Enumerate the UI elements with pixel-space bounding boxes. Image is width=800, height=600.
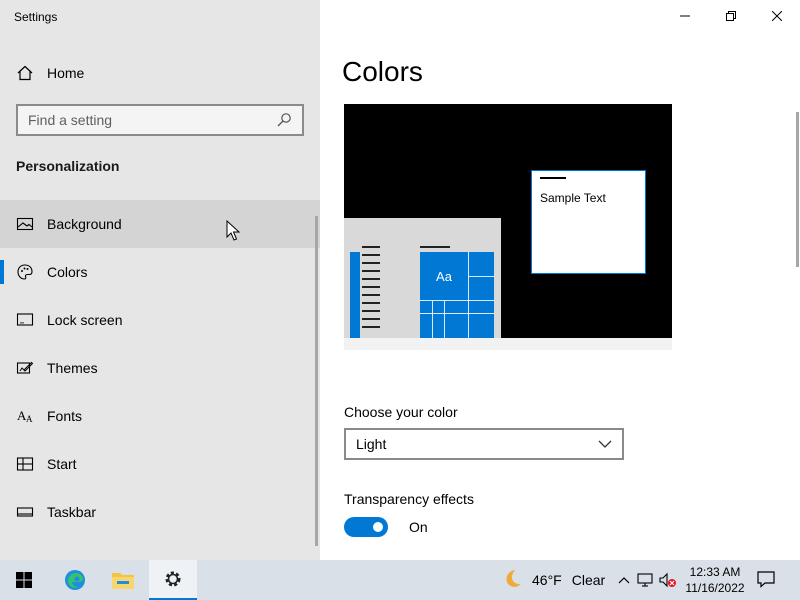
taskbar: 46°F Clear 12:33 AM 11/16/2022 bbox=[0, 560, 800, 600]
sidebar: Settings Home Personalization Background bbox=[0, 0, 320, 560]
sidebar-item-background[interactable]: Background bbox=[0, 200, 320, 248]
sidebar-item-fonts[interactable]: AA Fonts bbox=[0, 392, 320, 440]
caption-buttons bbox=[662, 0, 800, 32]
section-heading: Personalization bbox=[16, 158, 120, 174]
search-icon[interactable] bbox=[276, 112, 292, 128]
preview-tile-text: Aa bbox=[436, 268, 452, 284]
sidebar-item-themes[interactable]: Themes bbox=[0, 344, 320, 392]
chevron-down-icon bbox=[598, 436, 612, 452]
clock-date: 11/16/2022 bbox=[685, 581, 745, 595]
choose-color-dropdown[interactable]: Light bbox=[344, 428, 624, 460]
close-icon bbox=[772, 11, 782, 21]
page-title: Colors bbox=[342, 56, 423, 87]
edge-icon bbox=[65, 570, 85, 590]
mouse-cursor-icon bbox=[226, 219, 241, 242]
chevron-up-icon[interactable] bbox=[614, 570, 634, 590]
home-icon bbox=[16, 64, 34, 82]
sidebar-scrollbar[interactable] bbox=[315, 216, 318, 546]
preview-window-titlebar bbox=[540, 177, 566, 179]
close-button[interactable] bbox=[754, 0, 800, 32]
moon-icon bbox=[500, 567, 524, 594]
clock[interactable]: 12:33 AM 11/16/2022 bbox=[684, 564, 746, 596]
app-title: Settings bbox=[14, 10, 58, 24]
system-tray bbox=[614, 560, 680, 600]
transparency-toggle[interactable] bbox=[344, 517, 388, 537]
settings-taskbar-button[interactable] bbox=[149, 560, 197, 600]
weather-temp: 46°F bbox=[532, 572, 562, 588]
sidebar-item-colors[interactable]: Colors bbox=[0, 248, 320, 296]
choose-color-value: Light bbox=[356, 436, 387, 452]
search-box[interactable] bbox=[16, 104, 304, 136]
weather-condition: Clear bbox=[571, 572, 606, 588]
network-icon[interactable] bbox=[636, 570, 656, 590]
home-link[interactable]: Home bbox=[0, 56, 320, 90]
restore-button[interactable] bbox=[708, 0, 754, 32]
sidebar-item-label: Colors bbox=[47, 264, 88, 280]
main-content: Colors Sample Text Aa Choose your color … bbox=[320, 0, 800, 560]
transparency-label: Transparency effects bbox=[344, 491, 474, 507]
transparency-state: On bbox=[409, 519, 428, 535]
toggle-knob bbox=[373, 522, 383, 532]
preview-sample-window: Sample Text bbox=[531, 170, 646, 274]
sidebar-item-label: Themes bbox=[47, 360, 98, 376]
svg-text:A: A bbox=[26, 414, 33, 424]
minimize-button[interactable] bbox=[662, 0, 708, 32]
sidebar-item-label: Lock screen bbox=[47, 312, 123, 328]
color-preview: Sample Text Aa bbox=[344, 104, 672, 350]
fonts-icon: AA bbox=[16, 407, 34, 425]
transparency-toggle-row: On bbox=[344, 517, 428, 537]
folder-icon bbox=[112, 573, 134, 589]
restore-icon bbox=[726, 11, 736, 21]
clock-time: 12:33 AM bbox=[689, 565, 741, 579]
sidebar-item-label: Start bbox=[47, 456, 77, 472]
minimize-icon bbox=[680, 15, 690, 17]
weather-widget[interactable]: 46°F Clear bbox=[500, 560, 605, 600]
sidebar-item-taskbar[interactable]: Taskbar bbox=[0, 488, 320, 536]
palette-icon bbox=[16, 263, 34, 281]
windows-logo-icon bbox=[16, 572, 32, 588]
edge-taskbar-button[interactable] bbox=[51, 560, 99, 600]
preview-tiles-header bbox=[420, 246, 450, 248]
taskbar-icon bbox=[16, 503, 34, 521]
sidebar-item-label: Taskbar bbox=[47, 504, 97, 520]
preview-start-strip bbox=[350, 252, 360, 338]
start-icon bbox=[16, 455, 34, 473]
file-explorer-taskbar-button[interactable] bbox=[99, 560, 147, 600]
sidebar-item-lock-screen[interactable]: Lock screen bbox=[0, 296, 320, 344]
preview-desktop: Sample Text Aa bbox=[344, 104, 672, 338]
image-icon bbox=[16, 215, 34, 233]
notification-icon[interactable] bbox=[756, 570, 778, 590]
sidebar-item-label: Background bbox=[47, 216, 122, 232]
sidebar-item-start[interactable]: Start bbox=[0, 440, 320, 488]
preview-start-menu: Aa bbox=[344, 218, 501, 338]
lock-screen-icon bbox=[16, 311, 34, 329]
start-button[interactable] bbox=[0, 560, 48, 600]
preview-tiles: Aa bbox=[420, 252, 494, 338]
selected-indicator bbox=[0, 260, 4, 284]
home-label: Home bbox=[47, 65, 85, 81]
search-input[interactable] bbox=[28, 112, 276, 128]
preview-app-list bbox=[362, 246, 380, 334]
sidebar-item-label: Fonts bbox=[47, 408, 83, 424]
sidebar-nav: Background Colors Lock screen Themes A A… bbox=[0, 200, 320, 536]
volume-muted-icon[interactable] bbox=[658, 570, 678, 590]
choose-color-label: Choose your color bbox=[344, 404, 458, 420]
content-scrollbar[interactable] bbox=[796, 112, 799, 267]
gear-icon bbox=[165, 571, 181, 587]
settings-window: Settings Home Personalization Background bbox=[0, 0, 800, 560]
preview-sample-text: Sample Text bbox=[540, 191, 606, 205]
themes-icon bbox=[16, 359, 34, 377]
